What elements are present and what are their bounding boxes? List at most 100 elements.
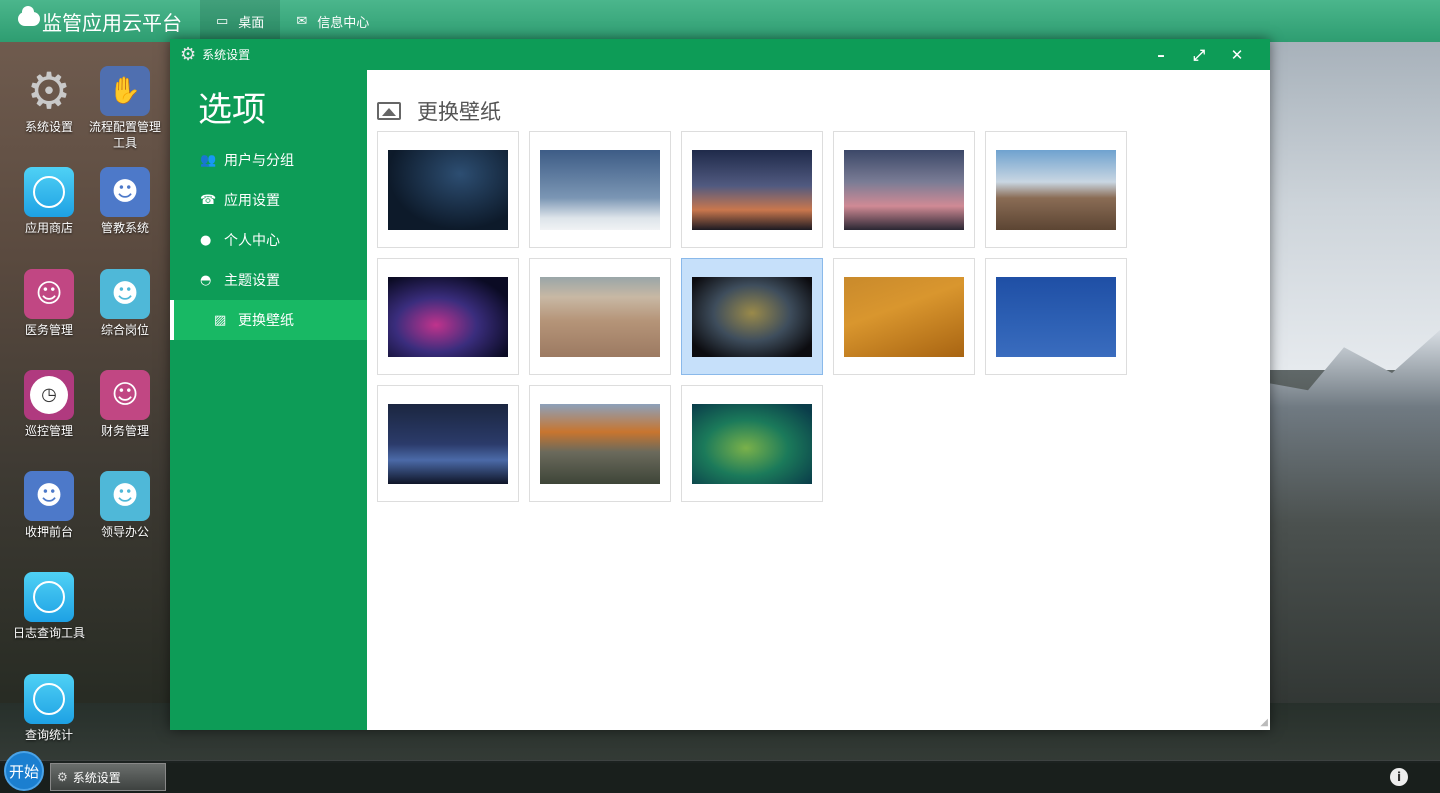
phone-icon: ☎ <box>200 192 217 208</box>
desktop-icon-log-query[interactable]: 日志查询工具 <box>12 572 86 641</box>
sidebar-item-label: 更换壁纸 <box>238 313 294 329</box>
panel-title-text: 更换壁纸 <box>417 100 501 124</box>
desktop-icon-label: 日志查询工具 <box>12 626 85 640</box>
brand: 监管应用云平台 <box>0 0 200 42</box>
window-controls: – ⤢ ✕ <box>1142 46 1256 64</box>
wallpaper-image <box>844 149 964 230</box>
sidebar-item-personal-center[interactable]: ● 个人中心 <box>170 220 367 260</box>
resize-handle-icon[interactable]: ◢ <box>1260 717 1268 728</box>
desktop-icon-app-store[interactable]: 应用商店 <box>12 167 86 236</box>
wallpaper-grid <box>377 131 1260 502</box>
wallpaper-image <box>692 276 812 357</box>
start-button[interactable]: 开始 <box>4 751 44 791</box>
desktop-icon-discipline[interactable]: ☻ 管教系统 <box>88 167 162 236</box>
desktop-icon-label: 领导办公 <box>100 525 149 539</box>
sidebar-item-label: 个人中心 <box>224 233 280 249</box>
desktop-icon-finance[interactable]: ☺ 财务管理 <box>88 370 162 439</box>
wallpaper-image <box>996 149 1116 230</box>
desktop-icon-medical[interactable]: ☺ 医务管理 <box>12 269 86 338</box>
desktop-icon-label: 财务管理 <box>100 424 149 438</box>
wallpaper-thumb-sunset-tree[interactable] <box>681 131 823 248</box>
desktop-icon-intake-desk[interactable]: ☻ 收押前台 <box>12 471 86 540</box>
panel-title: 更换壁纸 <box>377 96 1260 126</box>
wallpaper-image <box>388 149 508 230</box>
sidebar-item-theme-settings[interactable]: ◓ 主题设置 <box>170 260 367 300</box>
wallpaper-image <box>388 276 508 357</box>
desktop-icon-leader-office[interactable]: ☻ 领导办公 <box>88 471 162 540</box>
window-title: 系统设置 <box>202 48 251 62</box>
tab-desktop[interactable]: ▭ 桌面 <box>200 0 281 42</box>
wallpaper-thumb-night-mountains[interactable] <box>377 385 519 502</box>
clock-icon: ◷ <box>24 370 74 420</box>
wallpaper-thumb-blurred-lights[interactable] <box>681 258 823 375</box>
nurse-icon: ☺ <box>100 370 150 420</box>
app-title: 监管应用云平台 <box>42 10 182 35</box>
desktop-icon-label: 管教系统 <box>100 221 149 235</box>
desktop-icon-query-stats[interactable]: 查询统计 <box>12 674 86 743</box>
wallpaper-thumb-desert-dunes[interactable] <box>833 258 975 375</box>
apple-icon <box>24 167 74 217</box>
sidebar-title: 选项 <box>198 90 266 130</box>
mail-icon: ✉ <box>296 13 308 29</box>
wallpaper-thumb-blue-sky-roof[interactable] <box>985 258 1127 375</box>
tab-desktop-label: 桌面 <box>238 15 265 31</box>
gear-icon: ⚙ <box>26 62 72 120</box>
sidebar-item-label: 主题设置 <box>224 273 280 289</box>
desktop-icon-label: 医务管理 <box>24 323 73 337</box>
desktop-icon-label: 查询统计 <box>24 728 73 742</box>
window-body: 选项 👥 用户与分组 ☎ 应用设置 ● 个人中心 ◓ 主题设置 ▨ 更换壁纸 更… <box>170 70 1270 730</box>
cloud-icon <box>18 6 40 26</box>
desktop-icon-label: 流程配置管理工具 <box>88 120 161 150</box>
taskbar-item-label: 系统设置 <box>72 770 121 785</box>
wallpaper-thumb-starry-night[interactable] <box>377 131 519 248</box>
minimize-button[interactable]: – <box>1142 46 1180 64</box>
desktop-icon-general-post[interactable]: ☻ 综合岗位 <box>88 269 162 338</box>
desktop-icon-label: 应用商店 <box>24 221 73 235</box>
wallpaper-image <box>692 403 812 484</box>
gear-icon: ⚙ <box>57 770 68 784</box>
desktop-icon-system-settings[interactable]: ⚙ 系统设置 <box>12 66 86 135</box>
window-titlebar[interactable]: ⚙ 系统设置 – ⤢ ✕ <box>170 39 1270 70</box>
wallpaper-thumb-snowy-plain[interactable] <box>529 131 671 248</box>
wallpaper-panel: 更换壁纸 <box>367 70 1270 730</box>
man-glasses-icon: ☻ <box>100 269 150 319</box>
wallpaper-thumb-colorful-waves[interactable] <box>377 258 519 375</box>
wallpaper-image <box>540 149 660 230</box>
maximize-button[interactable]: ⤢ <box>1180 46 1218 64</box>
sidebar-item-label: 用户与分组 <box>224 153 294 169</box>
dashboard-icon: ◓ <box>200 272 212 288</box>
sidebar-item-app-settings[interactable]: ☎ 应用设置 <box>170 180 367 220</box>
wallpaper-thumb-green-blur[interactable] <box>681 385 823 502</box>
desktop-icon-label: 系统设置 <box>24 120 73 134</box>
book-hand-icon: ✋ <box>100 66 150 116</box>
wallpaper-thumb-dusk-sky[interactable] <box>833 131 975 248</box>
wallpaper-image <box>692 149 812 230</box>
desktop-icon-label: 综合岗位 <box>100 323 149 337</box>
wallpaper-image <box>996 276 1116 357</box>
wallpaper-thumb-yosemite-cliff[interactable] <box>529 385 671 502</box>
top-bar: 监管应用云平台 ▭ 桌面 ✉ 信息中心 <box>0 0 1440 42</box>
tab-message-center-label: 信息中心 <box>317 15 370 31</box>
taskbar-item-system-settings[interactable]: ⚙ 系统设置 <box>50 763 166 791</box>
wallpaper-image <box>844 276 964 357</box>
desktop-icon-patrol[interactable]: ◷ 巡控管理 <box>12 370 86 439</box>
businessman-icon: ☻ <box>24 471 74 521</box>
wallpaper-thumb-hay-bale-field[interactable] <box>985 131 1127 248</box>
monitor-icon: ▭ <box>216 13 229 29</box>
man-glasses-icon: ☻ <box>100 471 150 521</box>
user-icon: ● <box>200 232 212 248</box>
image-icon <box>377 102 401 120</box>
settings-sidebar: 选项 👥 用户与分组 ☎ 应用设置 ● 个人中心 ◓ 主题设置 ▨ 更换壁纸 <box>170 70 367 730</box>
desktop-icon-workflow-config[interactable]: ✋ 流程配置管理工具 <box>88 66 162 151</box>
tab-message-center[interactable]: ✉ 信息中心 <box>280 0 385 42</box>
wallpaper-image <box>540 276 660 357</box>
users-icon: 👥 <box>200 152 217 168</box>
desktop-icon-label: 收押前台 <box>24 525 73 539</box>
info-icon[interactable]: i <box>1390 768 1408 786</box>
taskbar: 开始 ⚙ 系统设置 i <box>0 751 1440 793</box>
close-button[interactable]: ✕ <box>1218 46 1256 64</box>
gear-icon: ⚙ <box>180 44 197 65</box>
sidebar-item-change-wallpaper[interactable]: ▨ 更换壁纸 <box>170 300 367 340</box>
wallpaper-thumb-beach-shell[interactable] <box>529 258 671 375</box>
sidebar-item-users-groups[interactable]: 👥 用户与分组 <box>170 140 367 180</box>
